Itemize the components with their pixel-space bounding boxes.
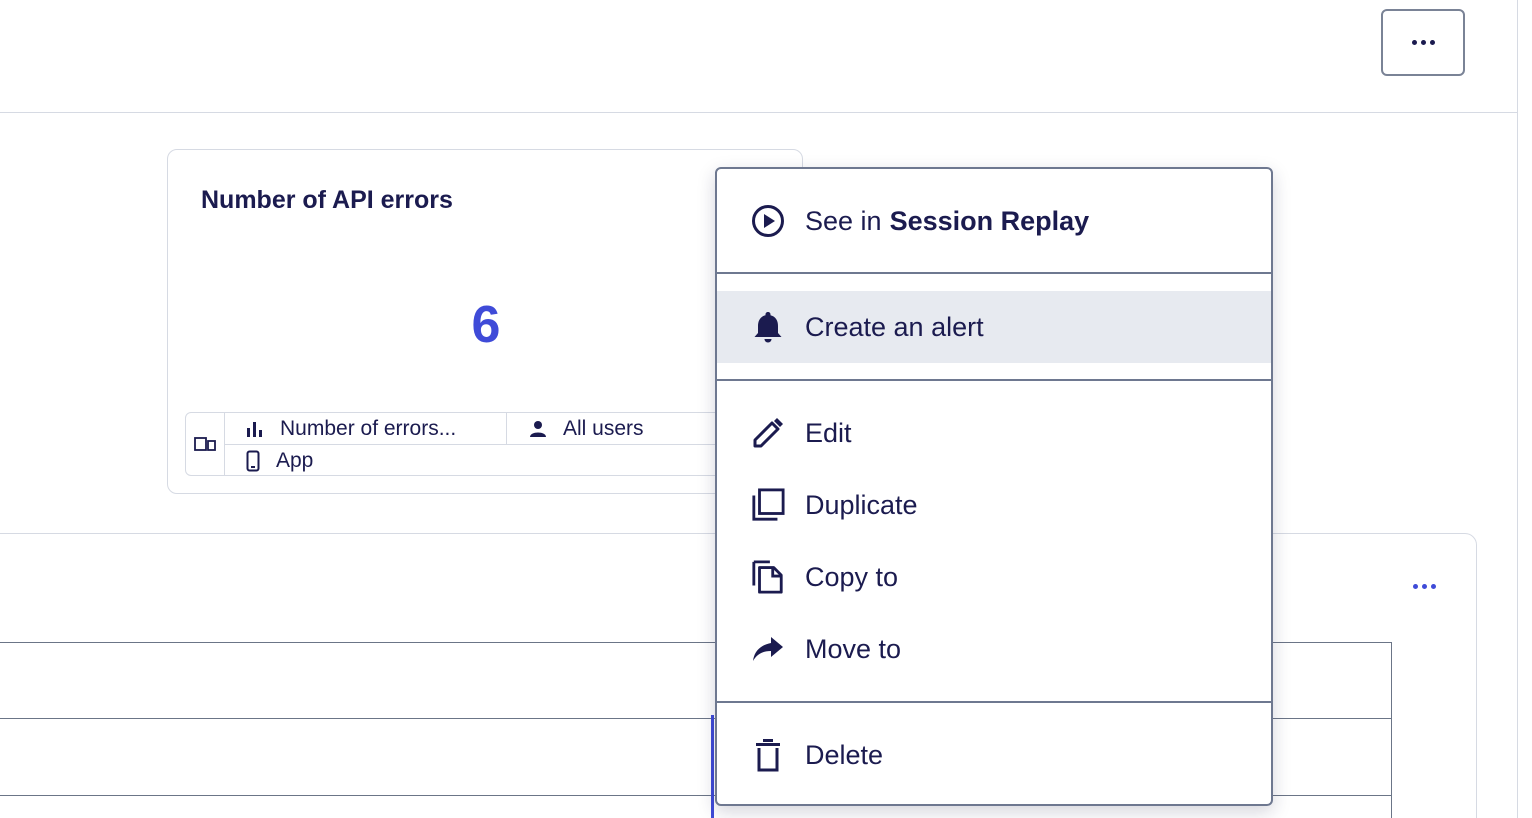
meta-row-metric: Number of errors... All users <box>224 413 744 445</box>
bell-icon <box>751 310 785 344</box>
menu-item-edit[interactable]: Edit <box>717 397 1271 469</box>
metric-cell: Number of errors... <box>246 413 456 444</box>
kpi-meta: Number of errors... All users App <box>185 412 745 476</box>
page: Number of API errors 6 Number of errors.… <box>0 0 1532 818</box>
header-more-button[interactable] <box>1381 9 1465 76</box>
menu-item-label: Delete <box>805 739 884 770</box>
segment-cell: All users <box>529 413 644 444</box>
play-circle-icon <box>751 204 785 238</box>
menu-item-label: Copy to <box>805 561 899 592</box>
menu-item-session-replay[interactable]: See in Session Replay <box>717 185 1271 257</box>
more-dots-icon <box>1411 40 1435 45</box>
meta-row-platform: App <box>224 445 744 476</box>
session-replay-prefix: See in <box>805 205 882 236</box>
segment-label: All users <box>563 416 644 440</box>
meta-separator <box>506 413 507 444</box>
menu-item-create-alert[interactable]: Create an alert <box>717 291 1271 363</box>
lower-more-button[interactable] <box>1408 575 1440 597</box>
menu-item-label: Move to <box>805 633 902 664</box>
more-dots-icon <box>1412 583 1436 589</box>
devices-icon <box>186 413 225 475</box>
menu-item-label: Duplicate <box>805 489 918 520</box>
bar-chart-icon <box>247 421 262 437</box>
trash-icon <box>751 738 785 772</box>
kpi-title: Number of API errors <box>201 186 453 214</box>
platform-label: App <box>276 448 314 472</box>
phone-icon <box>246 450 260 471</box>
duplicate-icon <box>751 488 785 522</box>
menu-divider <box>717 272 1271 274</box>
move-arrow-icon <box>751 632 785 666</box>
header-bar <box>0 0 1518 113</box>
copy-icon <box>751 560 785 594</box>
menu-item-copy-to[interactable]: Copy to <box>717 541 1271 613</box>
session-replay-target: Session Replay <box>889 205 1090 236</box>
kpi-tile[interactable]: Number of API errors 6 Number of errors.… <box>167 149 803 494</box>
kpi-value: 6 <box>471 296 501 354</box>
menu-item-move-to[interactable]: Move to <box>717 613 1271 685</box>
menu-item-label: Create an alert <box>805 311 984 342</box>
user-icon <box>530 420 546 437</box>
menu-item-delete[interactable]: Delete <box>717 719 1271 791</box>
platform-cell: App <box>246 445 313 476</box>
menu-item-duplicate[interactable]: Duplicate <box>717 469 1271 541</box>
chart-trace <box>711 715 714 818</box>
metric-label: Number of errors... <box>280 416 457 440</box>
pencil-icon <box>751 416 785 450</box>
menu-item-label: Edit <box>805 417 852 448</box>
menu-divider <box>717 379 1271 381</box>
right-border <box>1517 112 1518 818</box>
context-menu: See in Session Replay Create an alert Ed… <box>715 167 1273 806</box>
menu-divider <box>717 701 1271 703</box>
